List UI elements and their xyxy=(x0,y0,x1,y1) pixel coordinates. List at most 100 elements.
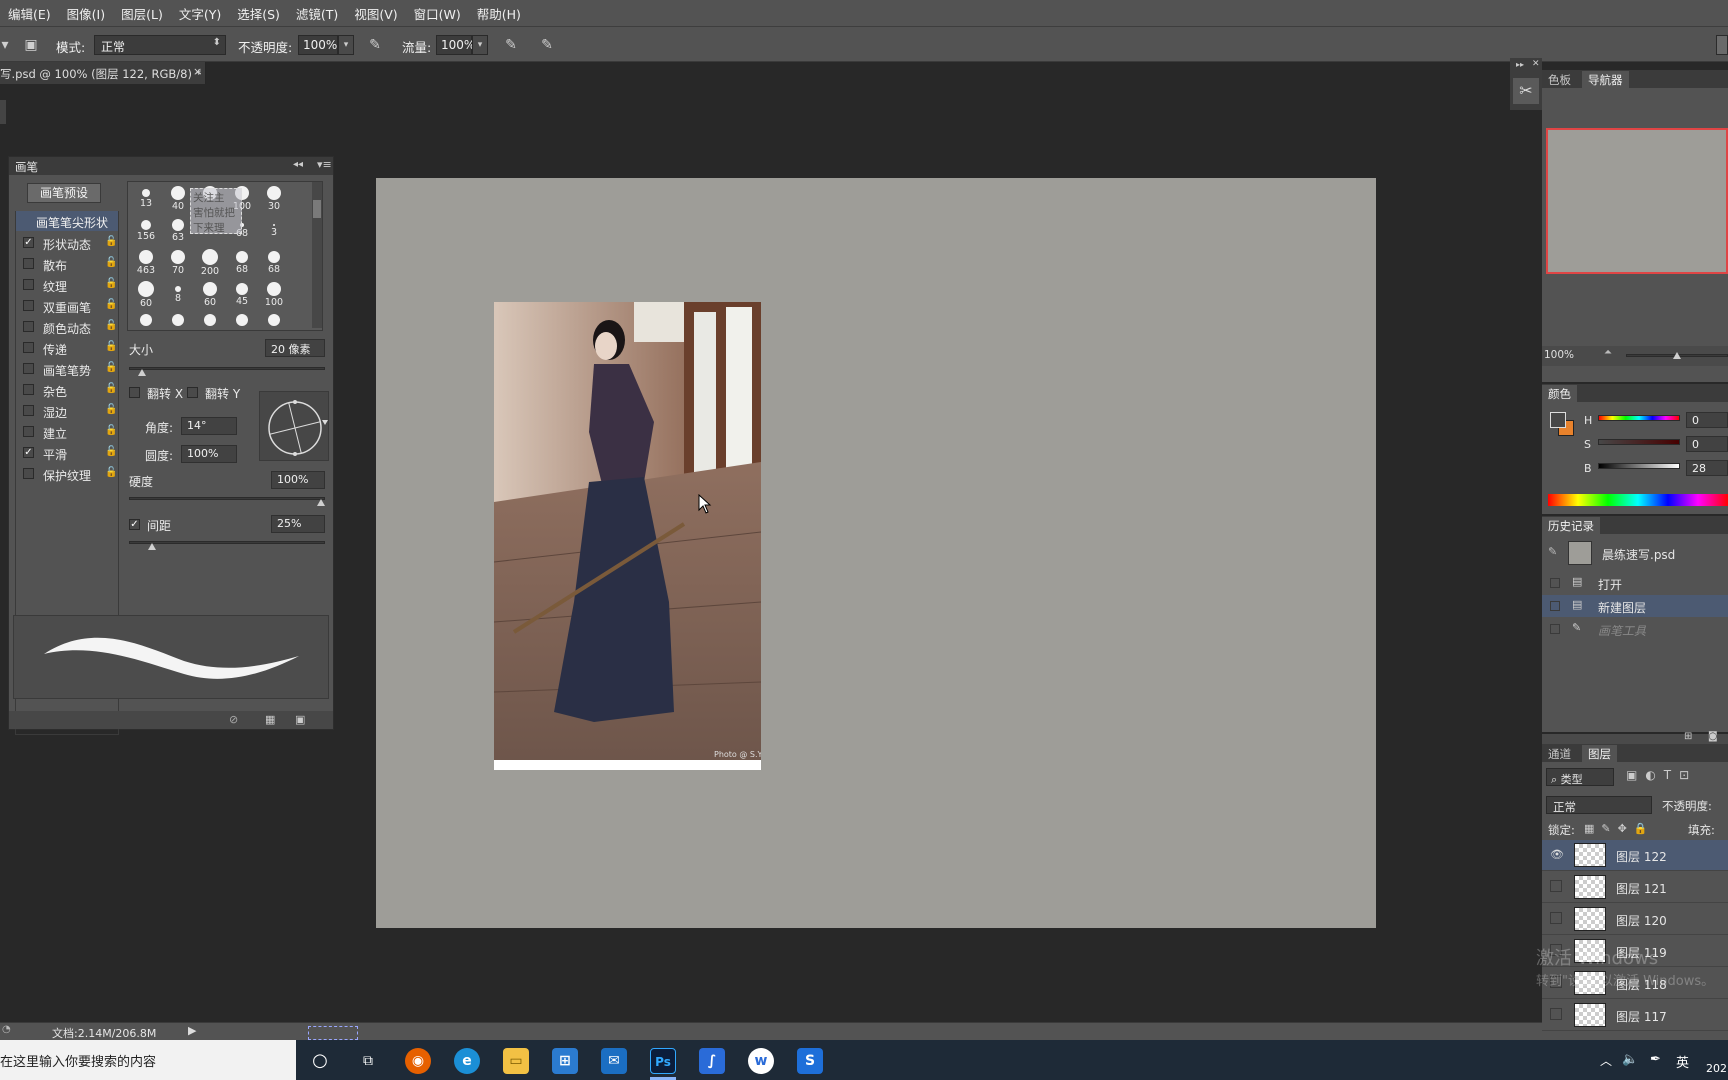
color-spectrum-ramp[interactable] xyxy=(1548,494,1728,506)
brush-panel-toggle-icon[interactable]: ▣ xyxy=(22,36,40,54)
status-icon[interactable]: ◔ xyxy=(2,1024,11,1035)
brush-option-row[interactable]: 散布 🔓 xyxy=(15,254,119,274)
brush-option-checkbox[interactable] xyxy=(23,321,34,332)
sai-icon[interactable]: S xyxy=(797,1048,823,1074)
feishu-icon[interactable]: ∫ xyxy=(699,1048,725,1074)
menu-edit[interactable]: 编辑(E) xyxy=(0,4,59,23)
s-input[interactable]: 0 xyxy=(1686,436,1728,452)
menu-help[interactable]: 帮助(H) xyxy=(469,4,529,23)
layer-name[interactable]: 图层 118 xyxy=(1616,976,1667,993)
visibility-eye-icon[interactable] xyxy=(1550,1008,1562,1020)
tab-color[interactable]: 颜色 xyxy=(1542,385,1577,402)
brush-option-checkbox[interactable] xyxy=(23,279,34,290)
lock-icon[interactable]: 🔓 xyxy=(105,341,117,352)
brush-option-row[interactable]: ✓ 平滑 🔓 xyxy=(15,443,119,463)
brush-tip-shape-item[interactable]: 画笔笔尖形状 xyxy=(16,211,118,231)
brightness-slider[interactable] xyxy=(1598,463,1680,469)
menu-type[interactable]: 文字(Y) xyxy=(171,4,229,23)
brush-tip[interactable]: 63 xyxy=(164,216,192,246)
visibility-eye-icon[interactable] xyxy=(1550,976,1562,988)
foreground-color-swatch[interactable] xyxy=(1550,412,1566,428)
brush-tip[interactable]: 45 xyxy=(228,280,256,310)
brush-tip[interactable]: 70 xyxy=(164,248,192,278)
spacing-slider[interactable] xyxy=(129,541,325,544)
lock-icon[interactable]: 🔓 xyxy=(105,446,117,457)
zoom-out-icon[interactable]: ⏶ xyxy=(1604,347,1612,358)
brush-tip[interactable]: 200 xyxy=(196,248,224,278)
brush-option-row[interactable]: 画笔笔势 🔓 xyxy=(15,359,119,379)
brush-tip[interactable]: 463 xyxy=(132,248,160,278)
history-item[interactable]: ✎ 画笔工具 xyxy=(1542,618,1728,640)
tab-navigator[interactable]: 导航器 xyxy=(1582,71,1629,88)
tip-grid-scrollbar[interactable] xyxy=(312,182,322,328)
hue-slider[interactable] xyxy=(1598,415,1680,421)
brush-option-checkbox[interactable] xyxy=(23,426,34,437)
workspace-button[interactable] xyxy=(1716,35,1728,55)
brush-tip[interactable]: 40 xyxy=(164,184,192,214)
firefox-icon[interactable]: ◉ xyxy=(405,1048,431,1074)
visibility-eye-icon[interactable] xyxy=(1550,912,1562,924)
brush-option-row[interactable]: 建立 🔓 xyxy=(15,422,119,442)
brush-option-row[interactable]: ✓ 形状动态 🔓 xyxy=(15,233,119,253)
flip-y-checkbox[interactable] xyxy=(187,387,198,398)
pen-icon[interactable]: ✒ xyxy=(1650,1052,1661,1067)
hardness-slider-thumb[interactable] xyxy=(317,499,325,506)
ime-indicator[interactable]: 英 xyxy=(1676,1052,1689,1071)
tab-layers[interactable]: 图层 xyxy=(1582,745,1617,762)
layer-name[interactable]: 图层 117 xyxy=(1616,1008,1667,1025)
brush-option-checkbox[interactable] xyxy=(23,468,34,479)
layer-name[interactable]: 图层 119 xyxy=(1616,944,1667,961)
tab-swatches[interactable]: 色板 xyxy=(1542,71,1577,88)
layer-filter-icons[interactable]: ▣◐T⊡ xyxy=(1626,768,1728,786)
brush-tip[interactable]: 68 xyxy=(228,248,256,278)
doc-size[interactable]: 文档:2.14M/206.8M xyxy=(52,1025,156,1041)
brush-option-row[interactable]: 纹理 🔓 xyxy=(15,275,119,295)
brush-option-checkbox[interactable]: ✓ xyxy=(23,237,34,248)
lock-icon[interactable]: 🔓 xyxy=(105,383,117,394)
angle-roundness-widget[interactable] xyxy=(259,391,329,461)
brush-tip[interactable] xyxy=(260,312,288,326)
lock-icon[interactable]: 🔓 xyxy=(105,236,117,247)
edge-icon[interactable]: e xyxy=(454,1048,480,1074)
lock-icon[interactable]: 🔓 xyxy=(105,467,117,478)
history-item[interactable]: ▤ 打开 xyxy=(1542,572,1728,594)
clock-date[interactable]: 202 xyxy=(1706,1062,1727,1075)
brush-option-checkbox[interactable] xyxy=(23,405,34,416)
brush-option-checkbox[interactable] xyxy=(23,384,34,395)
lock-icon[interactable]: 🔓 xyxy=(105,278,117,289)
blend-mode-select[interactable]: 正常 xyxy=(1546,796,1652,814)
mail-icon[interactable]: ✉ xyxy=(601,1048,627,1074)
opacity-input[interactable]: 100% xyxy=(298,35,338,55)
wps-icon[interactable]: w xyxy=(748,1048,774,1074)
layer-row[interactable]: 图层 121 xyxy=(1542,872,1728,903)
size-slider-thumb[interactable] xyxy=(138,369,147,376)
brush-panel-header[interactable]: 画笔 ◂◂ ▾≡ xyxy=(9,157,333,175)
zoom-value[interactable]: 100% xyxy=(1544,349,1574,361)
airbrush-icon[interactable]: ✎ xyxy=(502,36,520,54)
tools-icon[interactable]: ✂ xyxy=(1513,78,1539,104)
opacity-dropdown-icon[interactable]: ▾ xyxy=(338,35,354,55)
flow-dropdown-icon[interactable]: ▾ xyxy=(472,35,488,55)
tab-channels[interactable]: 通道 xyxy=(1542,745,1577,762)
hardness-input[interactable]: 100% xyxy=(271,471,325,489)
layer-filter-select[interactable]: ⌕ 类型 xyxy=(1546,768,1614,786)
tip-grid-scroll-thumb[interactable] xyxy=(313,200,321,218)
task-view-icon[interactable]: ⧉ xyxy=(355,1048,381,1074)
brush-option-row[interactable]: 杂色 🔓 xyxy=(15,380,119,400)
history-snapshot[interactable]: ✎ 晨练速写.psd xyxy=(1542,538,1728,568)
mode-select[interactable]: 正常 ⬍ xyxy=(94,35,226,55)
brush-tip[interactable]: 8 xyxy=(164,280,192,310)
brush-option-row[interactable]: 颜色动态 🔓 xyxy=(15,317,119,337)
layer-row[interactable]: 图层 119 xyxy=(1542,936,1728,967)
brush-option-checkbox[interactable] xyxy=(23,363,34,374)
toolbox-collapsed-edge[interactable] xyxy=(0,100,6,124)
menu-filter[interactable]: 滤镜(T) xyxy=(288,4,346,23)
brush-source-icon[interactable]: ✎ xyxy=(1548,545,1557,558)
new-snapshot-icon[interactable]: ⊞ xyxy=(1684,731,1692,742)
brush-tip[interactable] xyxy=(164,312,192,326)
brush-tip[interactable]: 68 xyxy=(260,248,288,278)
brush-option-row[interactable]: 传递 🔓 xyxy=(15,338,119,358)
lock-icon[interactable]: 🔓 xyxy=(105,299,117,310)
grid-icon[interactable]: ▦ xyxy=(265,713,275,726)
status-menu-arrow-icon[interactable]: ▶ xyxy=(188,1024,196,1037)
